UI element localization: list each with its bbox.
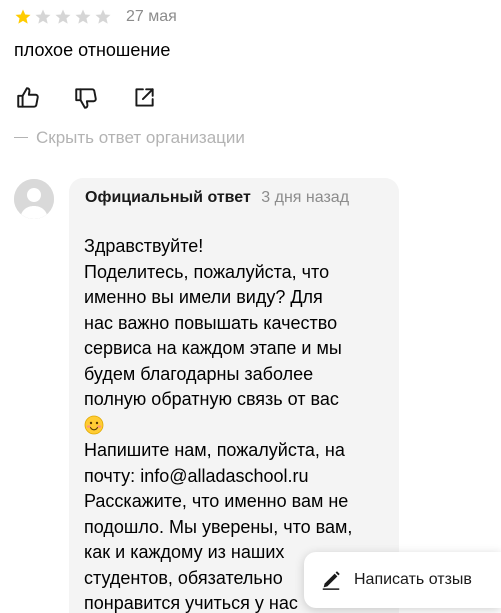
star-empty-icon <box>55 9 71 24</box>
thumbs-up-icon <box>17 87 39 108</box>
write-review-label: Написать отзыв <box>354 571 472 588</box>
answer-line: Расскажите, что именно вам не <box>84 491 349 511</box>
review-text: плохое отношение <box>14 40 171 60</box>
star-empty-icon <box>95 9 111 24</box>
write-review-button[interactable]: Написать отзыв <box>304 552 501 608</box>
dislike-button[interactable] <box>72 84 100 112</box>
share-icon <box>135 88 154 107</box>
hide-org-answer-label: Скрыть ответ организации <box>36 128 245 147</box>
review-date: 27 мая <box>126 8 177 25</box>
pencil-icon <box>322 571 340 590</box>
review-actions <box>14 84 158 112</box>
star-empty-icon <box>75 9 91 24</box>
star-empty-icon <box>35 9 51 24</box>
answer-line: почту: info@alladaschool.ru <box>84 465 309 486</box>
star-filled-icon <box>15 9 31 24</box>
answer-line: Поделитесь, пожалуйста, что <box>84 261 330 282</box>
user-silhouette-icon <box>14 179 54 219</box>
thumbs-down-icon <box>75 88 97 109</box>
answer-line: подошло. Мы уверены, что вам, <box>84 516 353 537</box>
org-answer-header: Официальный ответ 3 дня назад <box>85 189 349 207</box>
like-button[interactable] <box>14 84 42 112</box>
star-rating <box>14 8 112 26</box>
answer-line: именно вы имели виду? Для <box>84 287 323 307</box>
blushing-smile-emoji-icon <box>84 415 104 434</box>
answer-line-emoji <box>84 413 384 439</box>
org-answer-time: 3 дня назад <box>261 189 350 206</box>
answer-line: сервиса на каждом этапе и мы <box>84 338 342 358</box>
answer-line: будем благодарны заболее <box>84 363 314 384</box>
answer-line: Напишите нам, пожалуйста, на <box>84 440 345 460</box>
org-avatar <box>14 179 54 219</box>
hide-org-answer-link[interactable]: Скрыть ответ организации <box>14 128 245 148</box>
org-answer-author: Официальный ответ <box>85 189 251 206</box>
share-button[interactable] <box>130 84 158 112</box>
answer-line: нас важно повышать качество <box>84 312 338 333</box>
review-rating-row: 27 мая <box>14 6 177 28</box>
answer-line: полную обратную связь от вас <box>84 389 339 409</box>
answer-line: Здравствуйте! <box>84 236 204 256</box>
dash-icon <box>14 137 28 139</box>
